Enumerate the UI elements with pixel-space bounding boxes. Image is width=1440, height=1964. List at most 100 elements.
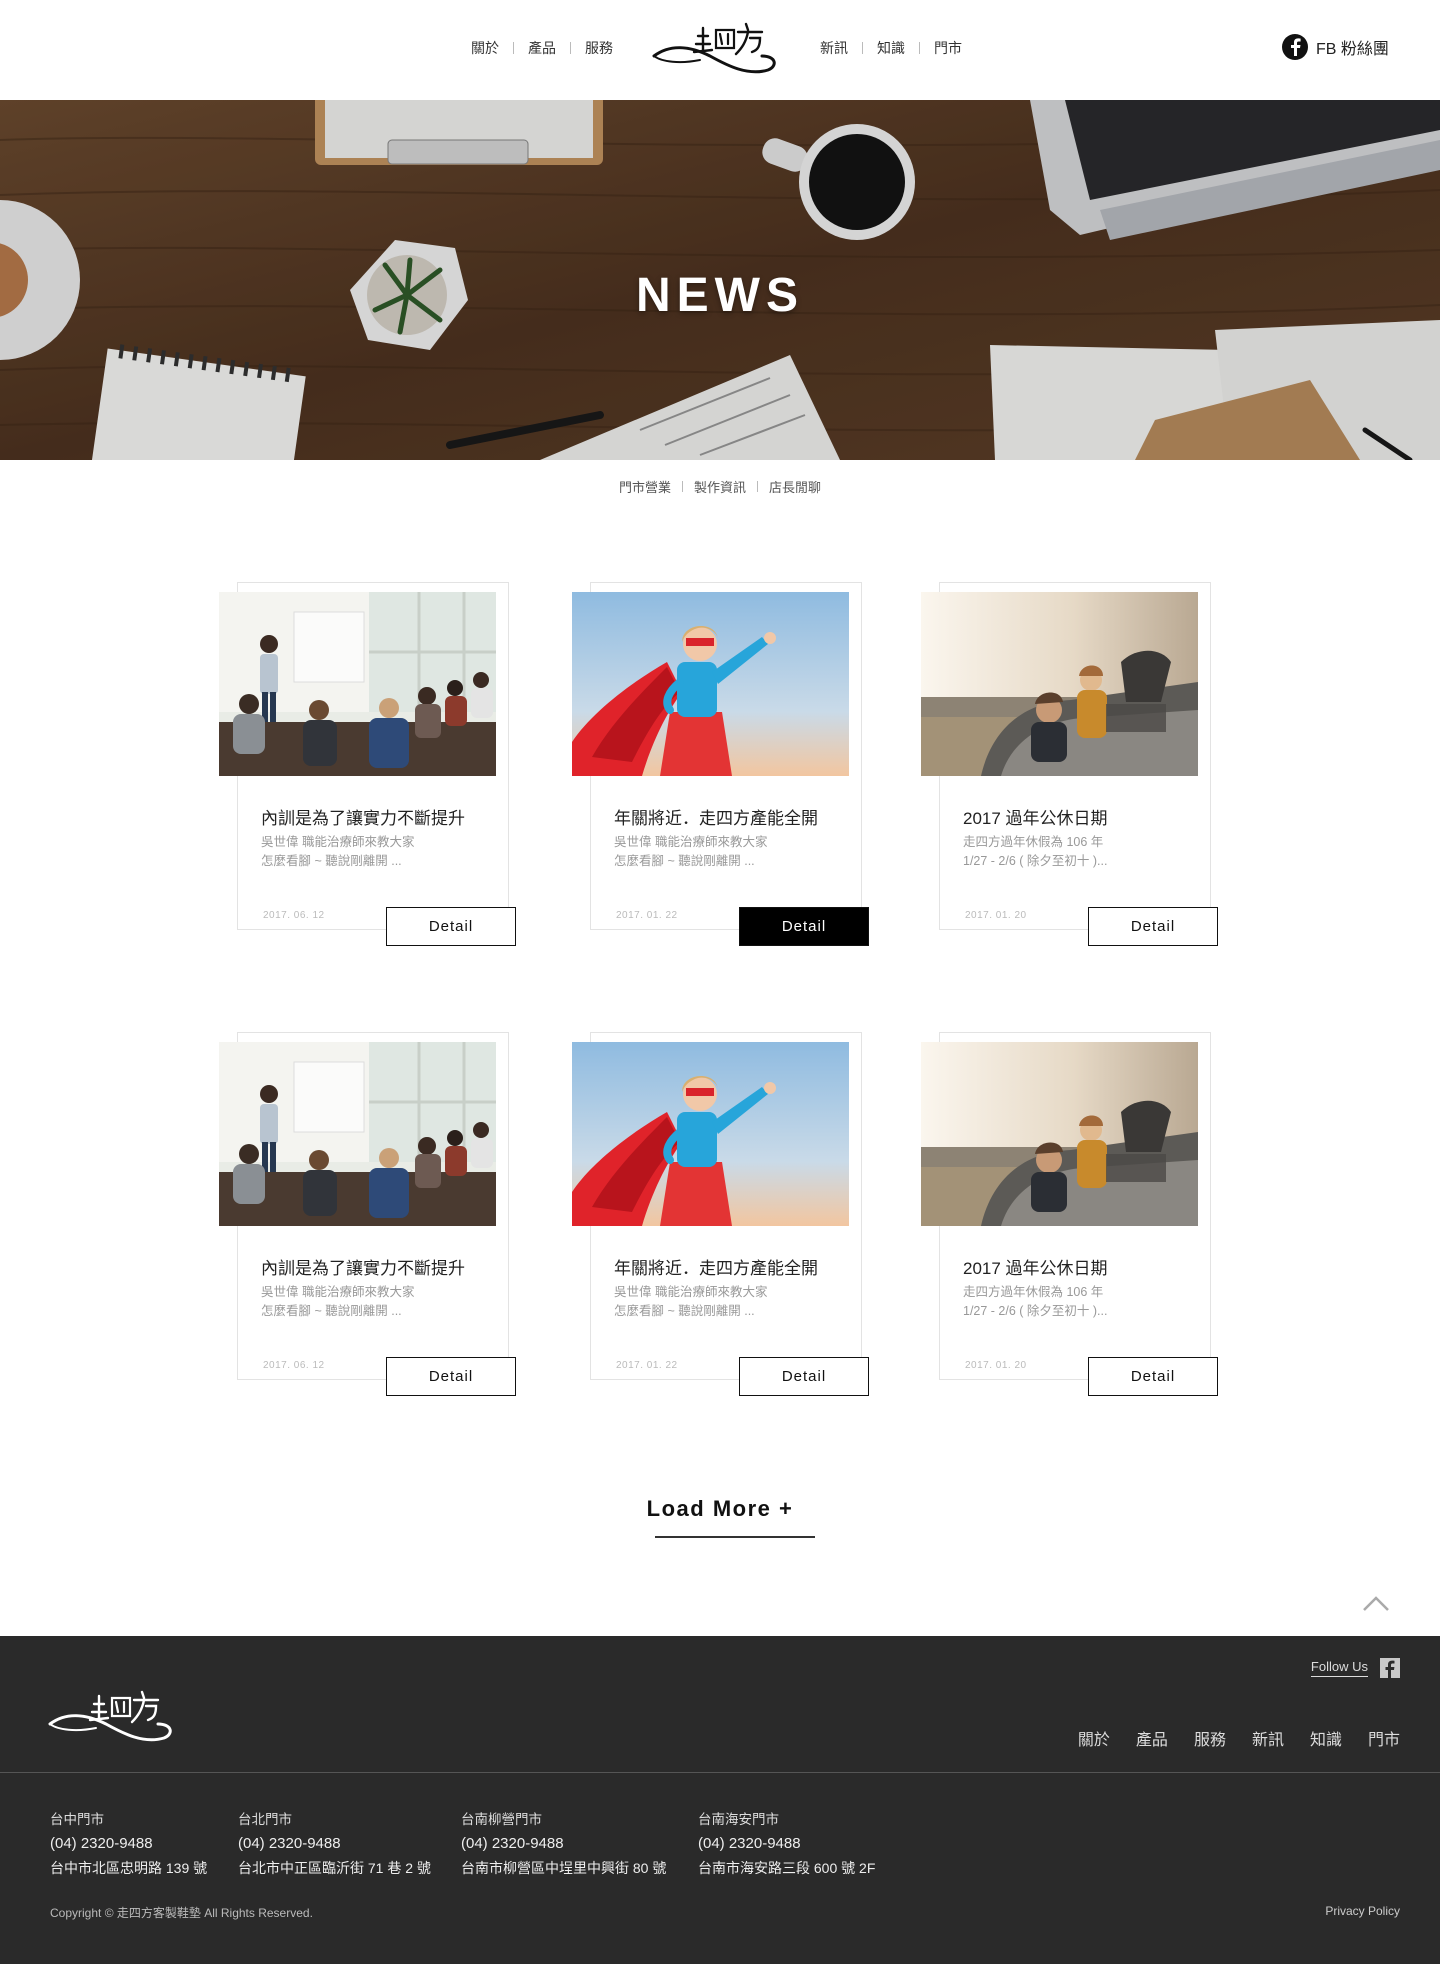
facebook-icon [1282, 34, 1308, 60]
news-excerpt-line: 怎麼看腳 ~ 聽說剛離開 ... [614, 854, 755, 868]
news-card[interactable]: 內訓是為了讓實力不斷提升吳世偉 職能治療師來教大家 怎麼看腳 ~ 聽說剛離開 ..… [219, 582, 516, 946]
store-address: 台中市北區忠明路 139 號 [50, 1860, 208, 1876]
store-info-taipei: 台北門市 (04) 2320-9488 台北市中正區臨沂街 71 巷 2 號 [238, 1808, 431, 1880]
nav-divider [862, 42, 863, 54]
follow-us: Follow Us [1310, 1658, 1400, 1678]
news-excerpt-line: 吳世偉 職能治療師來教大家 [261, 835, 415, 849]
store-phone: (04) 2320-9488 [50, 1835, 153, 1852]
store-info-tainan-liuying: 台南柳營門市 (04) 2320-9488 台南市柳營區中埕里中興街 80 號 [461, 1808, 666, 1880]
nav-news[interactable]: 新訊 [820, 38, 848, 58]
news-excerpt-line: 吳世偉 職能治療師來教大家 [614, 1285, 768, 1299]
footer-nav-products[interactable]: 產品 [1136, 1726, 1168, 1750]
store-name: 台中門市 [50, 1812, 104, 1827]
nav-knowledge[interactable]: 知識 [877, 38, 905, 58]
main-nav-left: 關於 產品 服務 [471, 38, 613, 58]
nav-stores[interactable]: 門市 [934, 38, 962, 58]
news-excerpt-line: 走四方過年休假為 106 年 [963, 835, 1104, 849]
news-excerpt-line: 怎麼看腳 ~ 聽說剛離開 ... [261, 1304, 402, 1318]
news-title[interactable]: 內訓是為了讓實力不斷提升 [261, 804, 465, 829]
news-excerpt: 吳世偉 職能治療師來教大家 怎麼看腳 ~ 聽說剛離開 ... [614, 1283, 844, 1321]
nav-about[interactable]: 關於 [471, 38, 499, 58]
store-phone: (04) 2320-9488 [698, 1835, 801, 1852]
detail-button[interactable]: Detail [739, 907, 869, 946]
store-phone: (04) 2320-9488 [238, 1835, 341, 1852]
page-title: NEWS [636, 269, 804, 322]
news-excerpt: 吳世偉 職能治療師來教大家 怎麼看腳 ~ 聽說剛離開 ... [261, 1283, 491, 1321]
news-title[interactable]: 2017 過年公休日期 [963, 804, 1108, 829]
load-more-button[interactable]: Load More + [620, 1496, 820, 1522]
news-date: 2017. 01. 22 [616, 910, 678, 921]
news-card[interactable]: 2017 過年公休日期走四方過年休假為 106 年 1/27 - 2/6 ( 除夕… [921, 582, 1218, 946]
subnav-production-info[interactable]: 製作資訊 [694, 477, 746, 496]
facebook-square-icon[interactable] [1380, 1658, 1400, 1678]
news-card[interactable]: 年關將近．走四方產能全開吳世偉 職能治療師來教大家 怎麼看腳 ~ 聽說剛離開 ..… [572, 1032, 869, 1396]
store-name: 台南海安門市 [698, 1812, 779, 1827]
news-excerpt: 走四方過年休假為 106 年 1/27 - 2/6 ( 除夕至初十 )... [963, 1283, 1193, 1321]
news-date: 2017. 01. 22 [616, 1360, 678, 1371]
detail-button[interactable]: Detail [386, 907, 516, 946]
news-card[interactable]: 2017 過年公休日期走四方過年休假為 106 年 1/27 - 2/6 ( 除夕… [921, 1032, 1218, 1396]
news-excerpt: 走四方過年休假為 106 年 1/27 - 2/6 ( 除夕至初十 )... [963, 833, 1193, 871]
fb-fanpage-link[interactable]: FB 粉絲團 [1282, 34, 1389, 60]
site-footer: Follow Us 關於 產品 服務 新訊 知識 門市 台中門市 (04) 23… [0, 1636, 1440, 1964]
main-nav-right: 新訊 知識 門市 [820, 38, 962, 58]
store-address: 台南市海安路三段 600 號 2F [698, 1860, 876, 1876]
news-date: 2017. 01. 20 [965, 1360, 1027, 1371]
fb-fanpage-label: FB 粉絲團 [1316, 41, 1389, 58]
detail-button[interactable]: Detail [386, 1357, 516, 1396]
footer-nav-about[interactable]: 關於 [1078, 1726, 1110, 1750]
news-title[interactable]: 年關將近．走四方產能全開 [614, 804, 818, 829]
nav-divider [570, 42, 571, 54]
store-address: 台南市柳營區中埕里中興街 80 號 [461, 1860, 667, 1876]
subnav-store-hours[interactable]: 門市營業 [619, 477, 671, 496]
load-more-underline [655, 1536, 815, 1538]
nav-divider [919, 42, 920, 54]
news-card[interactable]: 年關將近．走四方產能全開吳世偉 職能治療師來教大家 怎麼看腳 ~ 聽說剛離開 ..… [572, 582, 869, 946]
news-excerpt-line: 1/27 - 2/6 ( 除夕至初十 )... [963, 854, 1108, 868]
news-thumbnail[interactable] [921, 1042, 1198, 1226]
news-card[interactable]: 內訓是為了讓實力不斷提升吳世偉 職能治療師來教大家 怎麼看腳 ~ 聽說剛離開 ..… [219, 1032, 516, 1396]
news-excerpt-line: 怎麼看腳 ~ 聽說剛離開 ... [261, 854, 402, 868]
news-excerpt-line: 怎麼看腳 ~ 聽說剛離開 ... [614, 1304, 755, 1318]
hero-banner: NEWS [0, 100, 1440, 460]
news-thumbnail[interactable] [572, 592, 849, 776]
news-thumbnail[interactable] [219, 592, 496, 776]
store-address: 台北市中正區臨沂街 71 巷 2 號 [238, 1860, 431, 1876]
store-phone: (04) 2320-9488 [461, 1835, 564, 1852]
back-to-top-icon[interactable] [1362, 1594, 1390, 1612]
site-header: 關於 產品 服務 新訊 知識 門市 FB 粉絲團 [0, 0, 1440, 100]
category-subnav: 門市營業 製作資訊 店長閒聊 [0, 477, 1440, 496]
news-excerpt-line: 1/27 - 2/6 ( 除夕至初十 )... [963, 1304, 1108, 1318]
news-date: 2017. 01. 20 [965, 910, 1027, 921]
news-date: 2017. 06. 12 [263, 1360, 325, 1371]
store-name: 台南柳營門市 [461, 1812, 542, 1827]
follow-us-label: Follow Us [1310, 1659, 1368, 1677]
news-title[interactable]: 年關將近．走四方產能全開 [614, 1254, 818, 1279]
nav-services[interactable]: 服務 [585, 38, 613, 58]
detail-button[interactable]: Detail [1088, 1357, 1218, 1396]
nav-divider [513, 42, 514, 54]
news-excerpt: 吳世偉 職能治療師來教大家 怎麼看腳 ~ 聽說剛離開 ... [614, 833, 844, 871]
store-name: 台北門市 [238, 1812, 292, 1827]
news-thumbnail[interactable] [219, 1042, 496, 1226]
footer-nav-knowledge[interactable]: 知識 [1310, 1726, 1342, 1750]
privacy-policy-link[interactable]: Privacy Policy [1325, 1904, 1400, 1918]
news-thumbnail[interactable] [921, 592, 1198, 776]
store-info-tainan-haian: 台南海安門市 (04) 2320-9488 台南市海安路三段 600 號 2F [698, 1808, 875, 1880]
footer-nav-stores[interactable]: 門市 [1368, 1726, 1400, 1750]
footer-nav-services[interactable]: 服務 [1194, 1726, 1226, 1750]
footer-brand-logo[interactable] [46, 1684, 178, 1748]
news-thumbnail[interactable] [572, 1042, 849, 1226]
brand-logo[interactable] [650, 16, 780, 80]
subnav-manager-chat[interactable]: 店長閒聊 [769, 477, 821, 496]
news-title[interactable]: 內訓是為了讓實力不斷提升 [261, 1254, 465, 1279]
detail-button[interactable]: Detail [739, 1357, 869, 1396]
subnav-divider [757, 481, 758, 492]
news-excerpt-line: 走四方過年休假為 106 年 [963, 1285, 1104, 1299]
footer-nav: 關於 產品 服務 新訊 知識 門市 [1078, 1726, 1400, 1750]
detail-button[interactable]: Detail [1088, 907, 1218, 946]
news-title[interactable]: 2017 過年公休日期 [963, 1254, 1108, 1279]
footer-nav-news[interactable]: 新訊 [1252, 1726, 1284, 1750]
news-excerpt-line: 吳世偉 職能治療師來教大家 [614, 835, 768, 849]
nav-products[interactable]: 產品 [528, 38, 556, 58]
